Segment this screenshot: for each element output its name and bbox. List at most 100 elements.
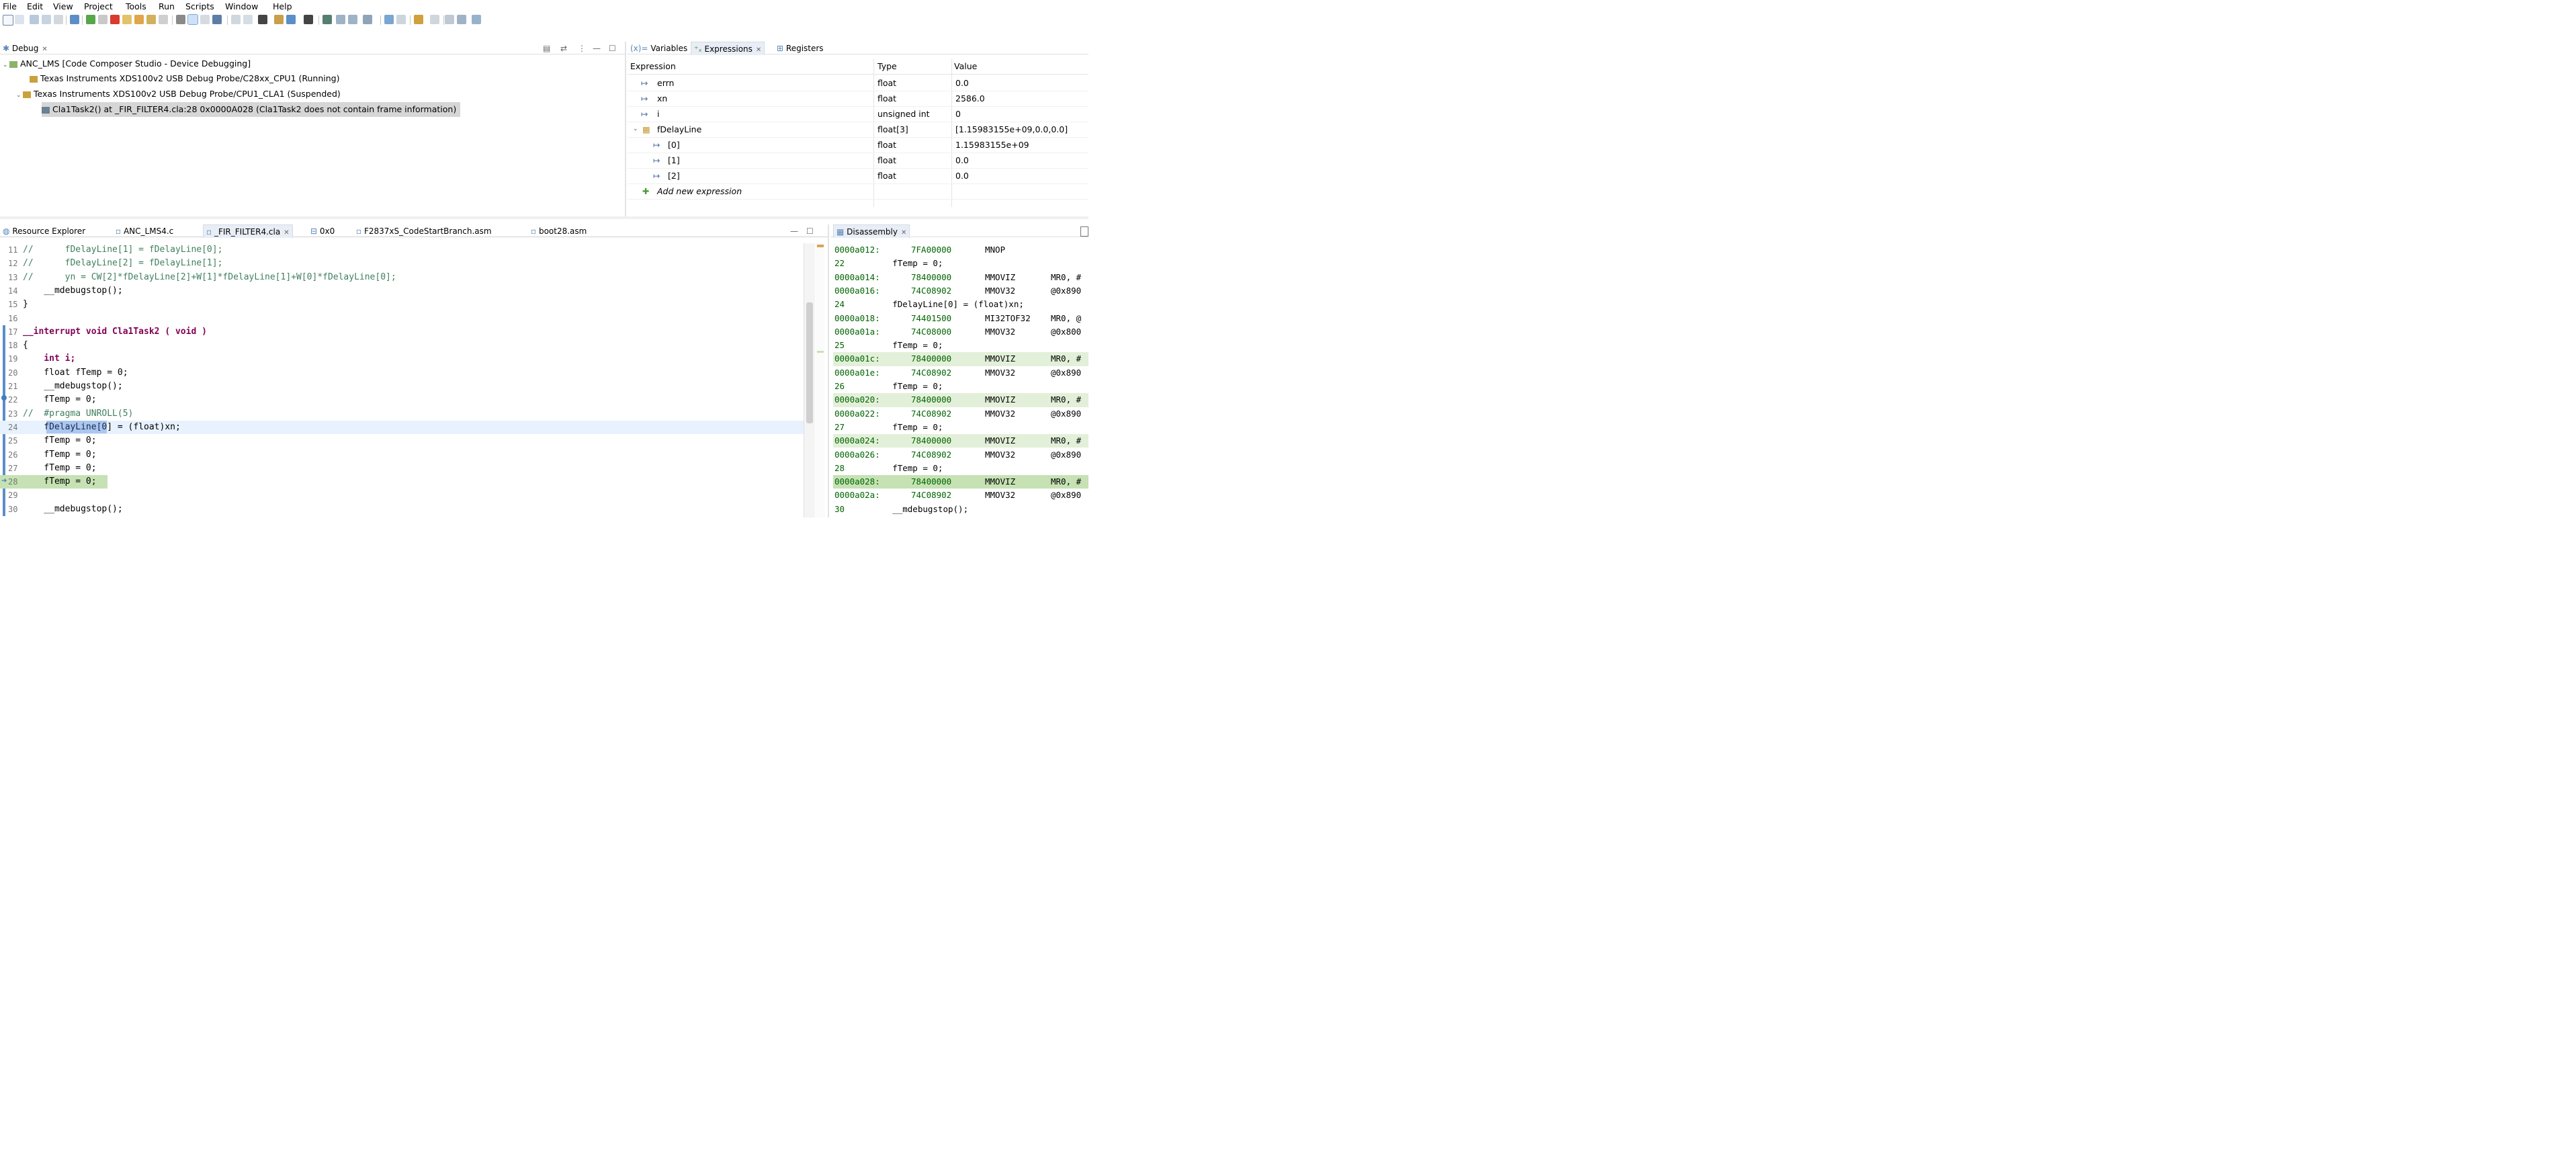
terminate-icon[interactable]: [110, 15, 120, 24]
menu-file[interactable]: File: [3, 1, 17, 11]
perspective-icon[interactable]: [457, 15, 466, 24]
menu-help[interactable]: Help: [273, 1, 292, 11]
chevron-down-icon[interactable]: ⌄: [16, 88, 23, 103]
thread-suspended-icon: [23, 91, 31, 98]
tree-item-cpu1[interactable]: Texas Instruments XDS100v2 USB Debug Pro…: [30, 71, 339, 86]
debug-config-icon[interactable]: [286, 15, 296, 24]
table-row[interactable]: ⌄ ▦ fDelayLine float[3] [1.15983155e+09,…: [628, 122, 1088, 138]
outline-icon[interactable]: [445, 15, 454, 24]
scrollbar-thumb[interactable]: [806, 302, 813, 423]
location-input[interactable]: [1080, 226, 1088, 237]
load-icon[interactable]: [212, 15, 222, 24]
code-line: __mdebugstop();: [23, 381, 123, 391]
disasm-line: 0000a01e: 74C08902 MMOV32 @0x890: [834, 367, 1082, 378]
chevron-down-icon[interactable]: ⌄: [633, 122, 638, 137]
close-icon[interactable]: ✕: [42, 46, 47, 53]
table-row[interactable]: ↦ i unsigned int 0: [628, 106, 1088, 122]
menu-tools[interactable]: Tools: [126, 1, 146, 11]
variable-icon: ↦: [641, 93, 648, 103]
share-icon[interactable]: [472, 15, 481, 24]
tree-item-stack-frame[interactable]: Cla1Task2() at _FIR_FILTER4.cla:28 0x000…: [42, 102, 461, 117]
nav-forward-icon[interactable]: [348, 15, 357, 24]
run-script-icon[interactable]: [414, 15, 423, 24]
menu-window[interactable]: Window: [225, 1, 258, 11]
tab-expressions[interactable]: ⁺ₓ Expressions ✕: [691, 42, 765, 55]
step-into-icon[interactable]: [122, 15, 132, 24]
collapse-all-icon[interactable]: ▤: [543, 44, 550, 53]
menu-edit[interactable]: Edit: [27, 1, 43, 11]
save-all-icon[interactable]: [42, 15, 51, 24]
close-icon[interactable]: ✕: [901, 229, 906, 237]
expressions-icon[interactable]: [384, 15, 394, 24]
tab-registers[interactable]: ⊞ Registers: [777, 44, 824, 53]
connect-icon[interactable]: [231, 15, 241, 24]
target-icon[interactable]: [258, 15, 267, 24]
save-icon[interactable]: [30, 15, 39, 24]
tab-resource-explorer[interactable]: ◍ Resource Explorer: [3, 226, 85, 236]
gear-icon[interactable]: [363, 15, 372, 24]
search-icon[interactable]: [304, 15, 313, 24]
variables-panel-header: (x)= Variables ⁺ₓ Expressions ✕ ⊞ Registe…: [628, 42, 1088, 55]
column-header-expression[interactable]: Expression: [630, 59, 676, 74]
tab-variables[interactable]: (x)= Variables: [630, 44, 687, 53]
menu-view[interactable]: View: [53, 1, 73, 11]
link-icon[interactable]: ⇄: [560, 44, 567, 53]
memory-icon[interactable]: [176, 15, 185, 24]
chevron-down-icon[interactable]: ⌄: [3, 58, 9, 73]
table-row[interactable]: ↦ [0] float 1.15983155e+09: [628, 137, 1088, 153]
tools-icon[interactable]: [323, 15, 332, 24]
table-row[interactable]: ↦ [1] float 0.0: [628, 153, 1088, 169]
add-new-expression[interactable]: ✚ Add new expression: [628, 183, 1088, 200]
code-line: __mdebugstop();: [23, 503, 123, 514]
print-icon[interactable]: [54, 15, 63, 24]
tab-debug[interactable]: ✱ Debug ✕: [3, 44, 48, 53]
maximize-icon[interactable]: ☐: [609, 44, 616, 53]
nav-back-icon[interactable]: [336, 15, 345, 24]
debug-icon[interactable]: [70, 15, 79, 24]
dropdown-icon[interactable]: [15, 15, 24, 24]
open-perspective-icon[interactable]: [430, 15, 439, 24]
tab-fir-filter4[interactable]: ▫ _FIR_FILTER4.cla ✕: [203, 224, 293, 238]
table-row[interactable]: ↦ [2] float 0.0: [628, 168, 1088, 184]
tab-codestartbranch[interactable]: ▫ F2837xS_CodeStartBranch.asm: [356, 226, 492, 236]
suspend-icon[interactable]: [98, 15, 108, 24]
tab-anc-lms4[interactable]: ▫ ANC_LMS4.c: [116, 226, 173, 236]
maximize-icon[interactable]: ☐: [806, 226, 814, 236]
breakpoint-icon[interactable]: [1, 395, 7, 401]
code-editor[interactable]: 11// fDelayLine[1] = fDelayLine[0]; 12//…: [0, 243, 825, 517]
disconnect-icon[interactable]: [243, 15, 253, 24]
restart-icon[interactable]: [159, 15, 168, 24]
tab-boot28[interactable]: ▫ boot28.asm: [531, 226, 587, 236]
minimize-icon[interactable]: —: [593, 44, 601, 53]
step-over-icon[interactable]: [134, 15, 144, 24]
reset-icon[interactable]: [200, 15, 210, 24]
tab-disassembly[interactable]: ▦ Disassembly ✕: [833, 224, 910, 238]
resume-icon[interactable]: [86, 15, 95, 24]
tree-item-cla1[interactable]: ⌄ Texas Instruments XDS100v2 USB Debug Pr…: [16, 87, 341, 101]
source-line: 24 fDelayLine[0] = (float)xn;: [834, 299, 1024, 310]
tree-item-session[interactable]: ⌄ ANC_LMS [Code Composer Studio - Device …: [3, 56, 251, 71]
minimize-icon[interactable]: —: [790, 226, 798, 236]
close-icon[interactable]: ✕: [284, 229, 289, 237]
disassembly-view[interactable]: 0000a012: 7FA00000 MNOP 22 fTemp = 0; 0000…: [833, 243, 1088, 517]
editor-scrollbar[interactable]: [804, 243, 815, 517]
menu-scripts[interactable]: Scripts: [185, 1, 214, 11]
variables-icon: (x)=: [630, 44, 648, 53]
assembly-step-icon[interactable]: [187, 14, 198, 25]
view-icon[interactable]: [396, 15, 406, 24]
view-menu-icon[interactable]: ⋮: [578, 44, 586, 53]
variable-icon: ↦: [653, 171, 660, 181]
tab-0x0[interactable]: ⊟ 0x0: [310, 226, 335, 236]
column-header-type[interactable]: Type: [877, 59, 897, 74]
step-return-icon[interactable]: [146, 15, 156, 24]
thread-running-icon: [30, 75, 38, 83]
disassembly-header: ▦ Disassembly ✕: [830, 224, 1088, 238]
menu-run[interactable]: Run: [159, 1, 175, 11]
new-icon[interactable]: [3, 15, 13, 26]
table-row[interactable]: ↦ errn float 0.0: [628, 75, 1088, 91]
table-row[interactable]: ↦ xn float 2586.0: [628, 91, 1088, 107]
menu-project[interactable]: Project: [84, 1, 113, 11]
close-icon[interactable]: ✕: [756, 46, 761, 54]
build-icon[interactable]: [274, 15, 284, 24]
column-header-value[interactable]: Value: [954, 59, 977, 74]
